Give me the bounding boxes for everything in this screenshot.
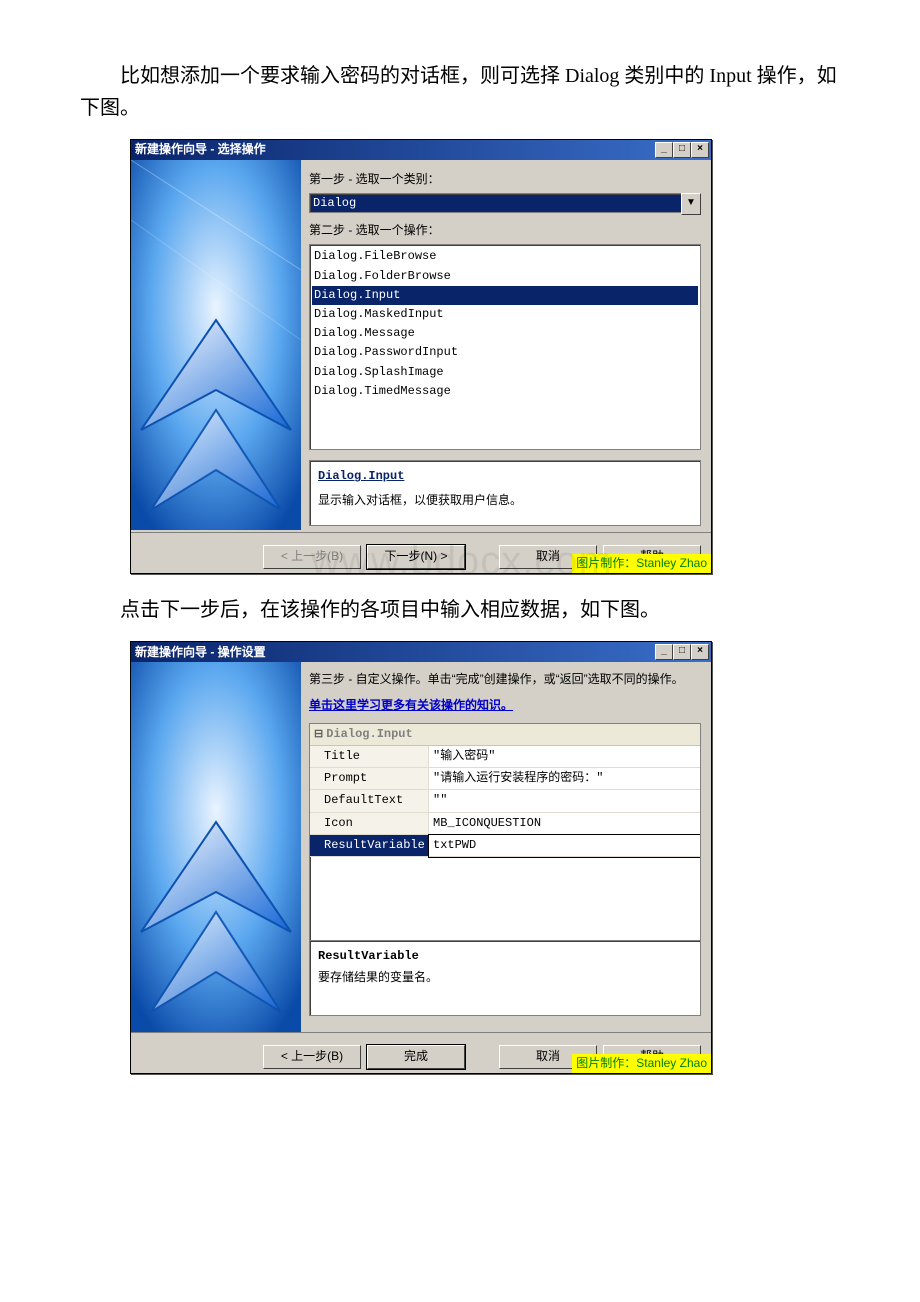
property-value[interactable]: "输入密码" — [429, 746, 700, 768]
doc-paragraph-1: 比如想添加一个要求输入密码的对话框，则可选择 Dialog 类别中的 Input… — [80, 60, 840, 124]
back-button[interactable]: < 上一步(B) — [263, 545, 361, 569]
operation-listbox[interactable]: Dialog.FileBrowseDialog.FolderBrowseDial… — [309, 244, 701, 450]
window-title: 新建操作向导 - 操作设置 — [135, 643, 655, 662]
property-row[interactable]: ResultVariabletxtPWD — [310, 835, 700, 857]
operation-list-item[interactable]: Dialog.FolderBrowse — [312, 267, 698, 286]
category-combo[interactable]: Dialog — [309, 193, 681, 213]
property-key: ResultVariable — [310, 835, 429, 857]
operation-desc-text: 显示输入对话框，以便获取用户信息。 — [318, 491, 692, 510]
learn-more-link[interactable]: 单击这里学习更多有关该操作的知识。 — [309, 696, 513, 715]
property-description: ResultVariable 要存储结果的变量名。 — [309, 941, 701, 1016]
minimize-button[interactable]: _ — [655, 644, 673, 660]
property-desc-title: ResultVariable — [318, 947, 692, 966]
titlebar: 新建操作向导 - 选择操作 _ □ × — [131, 140, 711, 160]
operation-list-item[interactable]: Dialog.Input — [312, 286, 698, 305]
minimize-button[interactable]: _ — [655, 142, 673, 158]
property-grid[interactable]: Dialog.Input Title"输入密码"Prompt"请输入运行安装程序… — [309, 723, 701, 941]
finish-button[interactable]: 完成 — [367, 1045, 465, 1069]
property-row[interactable]: Title"输入密码" — [310, 746, 700, 768]
property-group-header[interactable]: Dialog.Input — [310, 724, 700, 746]
wizard-sidebar-image — [131, 662, 301, 1032]
image-credit: 图片制作：Stanley Zhao — [572, 554, 711, 573]
property-row[interactable]: IconMB_ICONQUESTION — [310, 813, 700, 835]
property-row[interactable]: DefaultText"" — [310, 790, 700, 812]
next-button[interactable]: 下一步(N) > — [367, 545, 465, 569]
wizard-sidebar-image — [131, 160, 301, 532]
property-value[interactable]: "请输入运行安装程序的密码：" — [429, 768, 700, 790]
property-key: Title — [310, 746, 429, 768]
property-value[interactable]: "" — [429, 790, 700, 812]
operation-list-item[interactable]: Dialog.SplashImage — [312, 363, 698, 382]
property-desc-text: 要存储结果的变量名。 — [318, 968, 692, 987]
property-row[interactable]: Prompt"请输入运行安装程序的密码：" — [310, 768, 700, 790]
window-title: 新建操作向导 - 选择操作 — [135, 140, 655, 159]
titlebar: 新建操作向导 - 操作设置 _ □ × — [131, 642, 711, 662]
property-key: Icon — [310, 813, 429, 835]
doc-paragraph-2: 点击下一步后，在该操作的各项目中输入相应数据，如下图。 — [80, 594, 840, 626]
wizard-dialog-select-action: 新建操作向导 - 选择操作 _ □ × — [130, 139, 712, 574]
maximize-button[interactable]: □ — [673, 142, 691, 158]
dropdown-arrow-icon[interactable]: ▼ — [681, 193, 701, 215]
operation-desc-title: Dialog.Input — [318, 467, 692, 486]
wizard-dialog-action-settings: 新建操作向导 - 操作设置 _ □ × 第三步 - 自定义操作。单击“完成”创建… — [130, 641, 712, 1074]
step3-label: 第三步 - 自定义操作。单击“完成”创建操作，或“返回”选取不同的操作。 — [309, 670, 701, 689]
operation-description: Dialog.Input 显示输入对话框，以便获取用户信息。 — [309, 460, 701, 526]
step1-label: 第一步 - 选取一个类别： — [309, 170, 701, 189]
property-value[interactable]: MB_ICONQUESTION — [429, 813, 700, 835]
maximize-button[interactable]: □ — [673, 644, 691, 660]
image-credit: 图片制作：Stanley Zhao — [572, 1054, 711, 1073]
operation-list-item[interactable]: Dialog.FileBrowse — [312, 247, 698, 266]
close-button[interactable]: × — [691, 142, 709, 158]
step2-label: 第二步 - 选取一个操作： — [309, 221, 701, 240]
operation-list-item[interactable]: Dialog.Message — [312, 324, 698, 343]
back-button[interactable]: < 上一步(B) — [263, 1045, 361, 1069]
property-key: DefaultText — [310, 790, 429, 812]
operation-list-item[interactable]: Dialog.TimedMessage — [312, 382, 698, 401]
operation-list-item[interactable]: Dialog.PasswordInput — [312, 343, 698, 362]
property-key: Prompt — [310, 768, 429, 790]
operation-list-item[interactable]: Dialog.MaskedInput — [312, 305, 698, 324]
close-button[interactable]: × — [691, 644, 709, 660]
property-value[interactable]: txtPWD — [429, 835, 700, 857]
